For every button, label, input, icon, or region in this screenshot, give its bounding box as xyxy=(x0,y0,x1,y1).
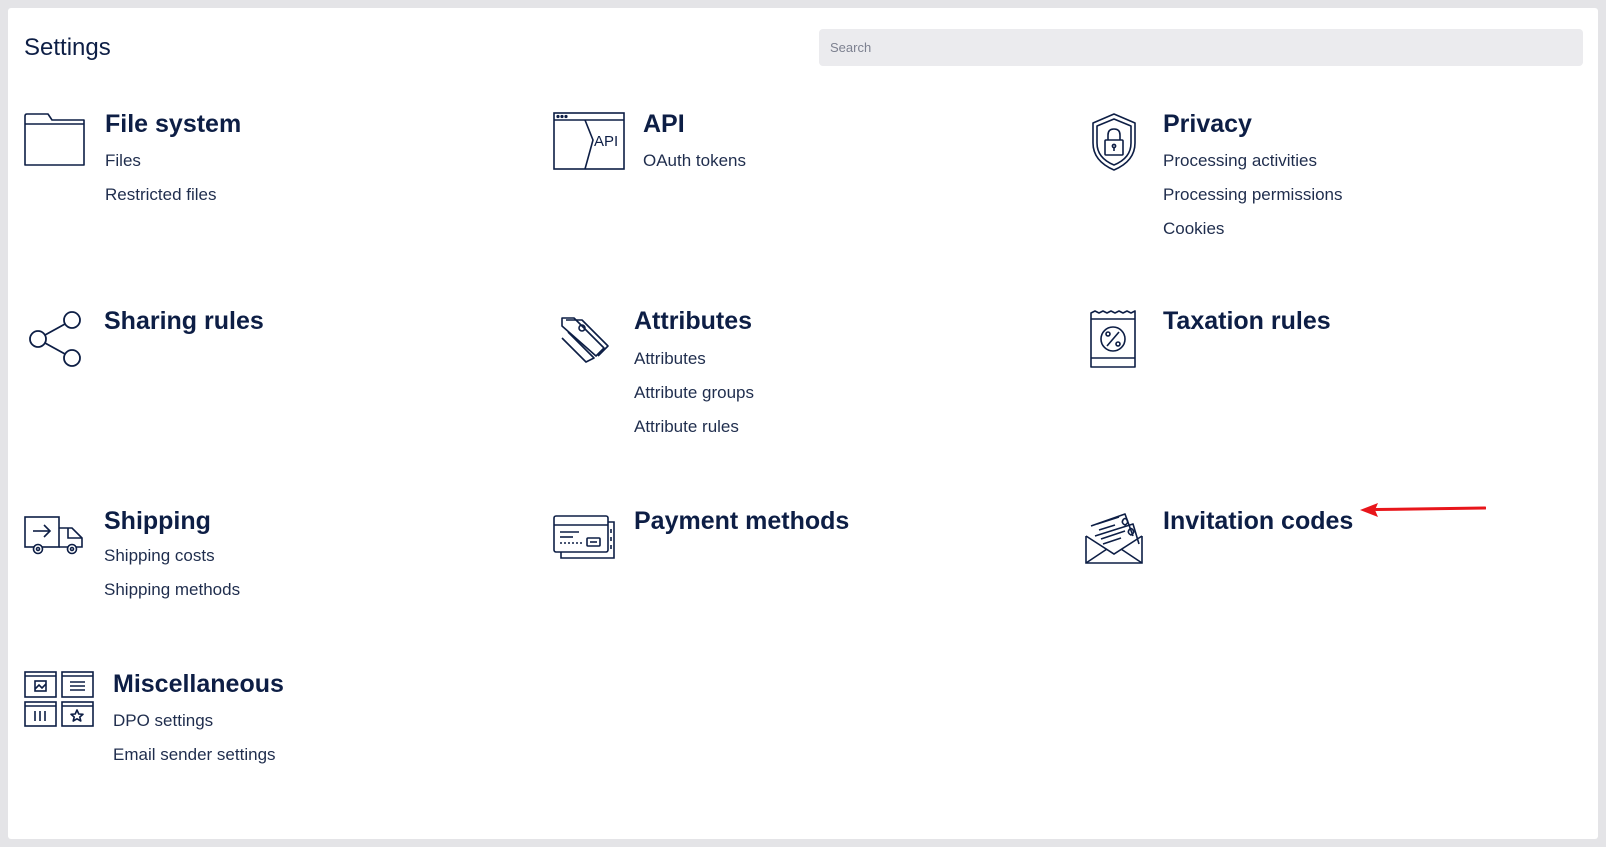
credit-card-icon xyxy=(553,515,615,559)
heading-attributes[interactable]: Attributes xyxy=(634,307,752,336)
shipping-links: Shipping costs Shipping methods xyxy=(104,546,240,614)
heading-api[interactable]: API xyxy=(643,110,685,139)
link-shipping-methods[interactable]: Shipping methods xyxy=(104,580,240,614)
link-oauth-tokens[interactable]: OAuth tokens xyxy=(643,151,746,185)
search-input[interactable] xyxy=(819,29,1583,66)
heading-payment-methods[interactable]: Payment methods xyxy=(634,507,849,536)
page-title: Settings xyxy=(24,34,111,61)
link-attributes[interactable]: Attributes xyxy=(634,349,754,383)
api-links: OAuth tokens xyxy=(643,151,746,185)
api-icon-label: API xyxy=(594,133,618,150)
shield-lock-icon xyxy=(1091,113,1137,171)
link-restricted-files[interactable]: Restricted files xyxy=(105,185,216,219)
heading-file-system[interactable]: File system xyxy=(105,110,241,139)
heading-invitation-codes[interactable]: Invitation codes xyxy=(1163,507,1353,536)
folder-icon xyxy=(24,111,86,167)
link-files[interactable]: Files xyxy=(105,151,216,185)
link-email-sender-settings[interactable]: Email sender settings xyxy=(113,745,276,779)
api-window-icon: API xyxy=(553,112,625,170)
delivery-truck-icon xyxy=(24,516,86,556)
miscellaneous-links: DPO settings Email sender settings xyxy=(113,711,276,779)
link-shipping-costs[interactable]: Shipping costs xyxy=(104,546,240,580)
heading-privacy[interactable]: Privacy xyxy=(1163,110,1252,139)
widgets-grid-icon xyxy=(24,671,94,727)
tax-receipt-icon xyxy=(1089,310,1137,368)
heading-miscellaneous[interactable]: Miscellaneous xyxy=(113,670,284,699)
heading-shipping[interactable]: Shipping xyxy=(104,507,211,536)
share-icon xyxy=(28,310,82,368)
link-processing-activities[interactable]: Processing activities xyxy=(1163,151,1343,185)
link-dpo-settings[interactable]: DPO settings xyxy=(113,711,276,745)
privacy-links: Processing activities Processing permiss… xyxy=(1163,151,1343,253)
attributes-links: Attributes Attribute groups Attribute ru… xyxy=(634,349,754,451)
heading-sharing-rules[interactable]: Sharing rules xyxy=(104,307,264,336)
heading-taxation-rules[interactable]: Taxation rules xyxy=(1163,307,1331,336)
file-system-links: Files Restricted files xyxy=(105,151,216,219)
link-attribute-groups[interactable]: Attribute groups xyxy=(634,383,754,417)
tags-icon xyxy=(560,316,610,364)
link-attribute-rules[interactable]: Attribute rules xyxy=(634,417,754,451)
link-processing-permissions[interactable]: Processing permissions xyxy=(1163,185,1343,219)
link-cookies[interactable]: Cookies xyxy=(1163,219,1343,253)
annotation-arrow-icon xyxy=(1360,503,1486,517)
envelope-cards-icon xyxy=(1085,508,1143,564)
